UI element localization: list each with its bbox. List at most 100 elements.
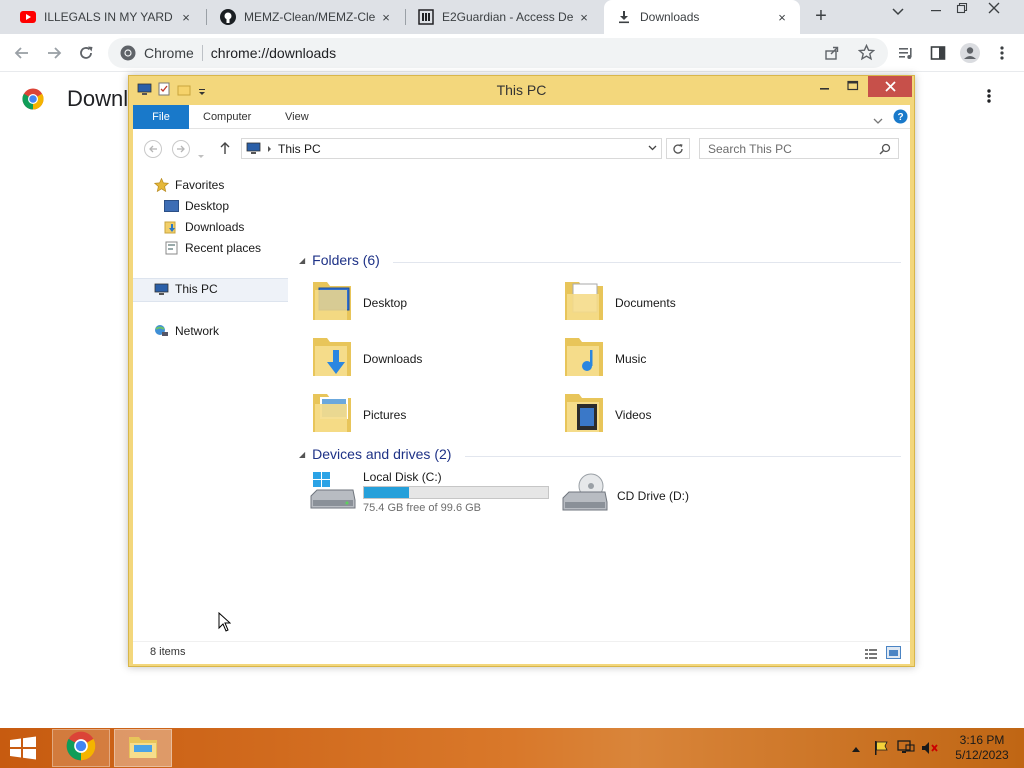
taskbar: 3:16 PM 5/12/2023: [0, 728, 1024, 768]
address-dropdown-icon[interactable]: [648, 145, 657, 151]
action-center-flag-icon[interactable]: [873, 740, 889, 759]
explorer-back-icon[interactable]: [144, 140, 162, 158]
explorer-search-input[interactable]: Search This PC: [699, 138, 899, 159]
folder-tile-downloads[interactable]: Downloads: [311, 332, 422, 385]
taskbar-chrome-button[interactable]: [52, 729, 110, 767]
chrome-menu-icon[interactable]: [990, 41, 1014, 65]
downloads-folder-icon: [163, 220, 179, 234]
drive-info: Local Disk (C:) 75.4 GB free of 99.6 GB: [363, 470, 549, 514]
minimize-window-icon[interactable]: [922, 2, 950, 17]
reload-icon[interactable]: [74, 41, 98, 65]
folder-tile-music[interactable]: Music: [563, 332, 646, 385]
omnibox-divider: [201, 45, 203, 61]
ribbon-tab-file[interactable]: File: [133, 105, 189, 129]
folder-label: Videos: [615, 407, 652, 422]
forward-arrow-icon[interactable]: [42, 41, 66, 65]
up-arrow-icon[interactable]: [219, 141, 231, 160]
omnibox[interactable]: Chrome chrome://downloads: [108, 38, 888, 68]
omnibox-scheme-label: Chrome: [144, 45, 194, 61]
ribbon-tab-view[interactable]: View: [273, 105, 321, 129]
chrome-chip[interactable]: Chrome: [120, 45, 194, 61]
tab-search-chevron-icon[interactable]: [884, 4, 912, 19]
github-icon: [220, 9, 236, 25]
ribbon-expand-chevron-icon[interactable]: [873, 112, 883, 130]
profile-avatar-icon[interactable]: [958, 41, 982, 65]
search-placeholder: Search This PC: [708, 141, 792, 156]
explorer-maximize-icon[interactable]: [847, 79, 859, 99]
chrome-logo-icon: [120, 45, 136, 61]
close-window-icon[interactable]: [980, 2, 1008, 17]
desktop-screen: { "browser": { "tabs": [ {"title": "ILLE…: [0, 0, 1024, 768]
clock-time: 3:16 PM: [959, 733, 1005, 747]
large-icons-view-icon[interactable]: [886, 646, 901, 664]
this-pc-icon: [246, 142, 261, 155]
close-tab-icon[interactable]: ×: [176, 10, 196, 25]
explorer-forward-icon[interactable]: [172, 140, 190, 158]
collapse-caret-icon[interactable]: ◢: [299, 256, 305, 265]
ribbon-tab-computer[interactable]: Computer: [191, 105, 263, 129]
nav-item-this-pc[interactable]: This PC: [153, 282, 218, 296]
close-tab-icon[interactable]: ×: [772, 10, 792, 25]
close-tab-icon[interactable]: ×: [574, 10, 594, 25]
bookmark-star-icon[interactable]: [857, 43, 876, 64]
drives-group-header[interactable]: ◢ Devices and drives (2): [299, 446, 451, 462]
drive-tile-cd[interactable]: CD Drive (D:): [561, 472, 689, 519]
collapse-caret-icon[interactable]: ◢: [299, 450, 305, 459]
item-count: 8 items: [150, 646, 186, 658]
explorer-content: Favorites Desktop Downloads Recent place…: [133, 166, 910, 641]
recent-locations-icon[interactable]: [197, 146, 205, 164]
tab-title: Downloads: [640, 10, 700, 24]
taskbar-explorer-button[interactable]: [114, 729, 172, 767]
nav-item-desktop[interactable]: Desktop: [163, 199, 229, 213]
svg-text:?: ?: [897, 112, 903, 123]
volume-muted-icon[interactable]: [921, 740, 939, 759]
youtube-icon: [20, 9, 36, 25]
downloads-folder-icon: [311, 332, 355, 385]
refresh-icon[interactable]: [666, 138, 690, 159]
nav-item-recent-places[interactable]: Recent places: [163, 241, 261, 255]
folder-tile-documents[interactable]: Documents: [563, 276, 676, 329]
details-view-icon[interactable]: [864, 647, 878, 665]
tab-youtube[interactable]: ILLEGALS IN MY YARD - I ×: [8, 0, 204, 34]
address-bar[interactable]: This PC: [241, 138, 662, 159]
omnibox-url[interactable]: chrome://downloads: [211, 45, 336, 61]
windows-start-icon[interactable]: [8, 736, 38, 760]
explorer-titlebar[interactable]: This PC: [129, 76, 914, 104]
tab-github[interactable]: MEMZ-Clean/MEMZ-Clea ×: [208, 0, 404, 34]
explorer-window: This PC File Computer View ? This PC Sea…: [128, 75, 915, 667]
recent-places-icon: [163, 241, 179, 255]
nav-item-network[interactable]: Network: [153, 324, 219, 338]
drive-tile-local-disk[interactable]: Local Disk (C:) 75.4 GB free of 99.6 GB: [309, 470, 549, 517]
system-clock[interactable]: 3:16 PM 5/12/2023: [950, 733, 1014, 763]
breadcrumb-chevron-icon[interactable]: [267, 145, 272, 153]
nav-item-favorites[interactable]: Favorites: [153, 178, 224, 192]
folder-label: Music: [615, 351, 647, 366]
breadcrumb-this-pc[interactable]: This PC: [278, 142, 321, 156]
help-icon[interactable]: ?: [893, 109, 908, 129]
desktop-icon: [163, 199, 179, 213]
media-controls-icon[interactable]: [894, 41, 918, 65]
folder-label: Desktop: [363, 295, 408, 310]
explorer-minimize-icon[interactable]: [819, 79, 831, 99]
page-menu-icon[interactable]: [982, 88, 996, 109]
browser-toolbar: Chrome chrome://downloads: [0, 34, 1024, 72]
folder-tile-pictures[interactable]: Pictures: [311, 388, 406, 441]
new-tab-button[interactable]: +: [810, 6, 832, 28]
tab-e2guardian[interactable]: E2Guardian - Access Den ×: [406, 0, 602, 34]
folders-group-header[interactable]: ◢ Folders (6): [299, 252, 380, 268]
folder-tile-desktop[interactable]: Desktop: [311, 276, 407, 329]
nav-item-downloads[interactable]: Downloads: [163, 220, 244, 234]
network-tray-icon[interactable]: [897, 740, 915, 759]
back-arrow-icon[interactable]: [10, 41, 34, 65]
this-pc-icon: [153, 282, 169, 296]
close-tab-icon[interactable]: ×: [376, 10, 396, 25]
drive-label: Local Disk (C:): [363, 470, 442, 484]
show-hidden-icons-icon[interactable]: [851, 742, 861, 756]
share-icon[interactable]: [824, 45, 840, 64]
restore-window-icon[interactable]: [948, 2, 976, 17]
explorer-close-button[interactable]: [868, 76, 912, 97]
chrome-logo-icon: [66, 731, 96, 766]
side-panel-icon[interactable]: [926, 41, 950, 65]
tab-downloads[interactable]: Downloads ×: [604, 0, 800, 34]
folder-tile-videos[interactable]: Videos: [563, 388, 651, 441]
